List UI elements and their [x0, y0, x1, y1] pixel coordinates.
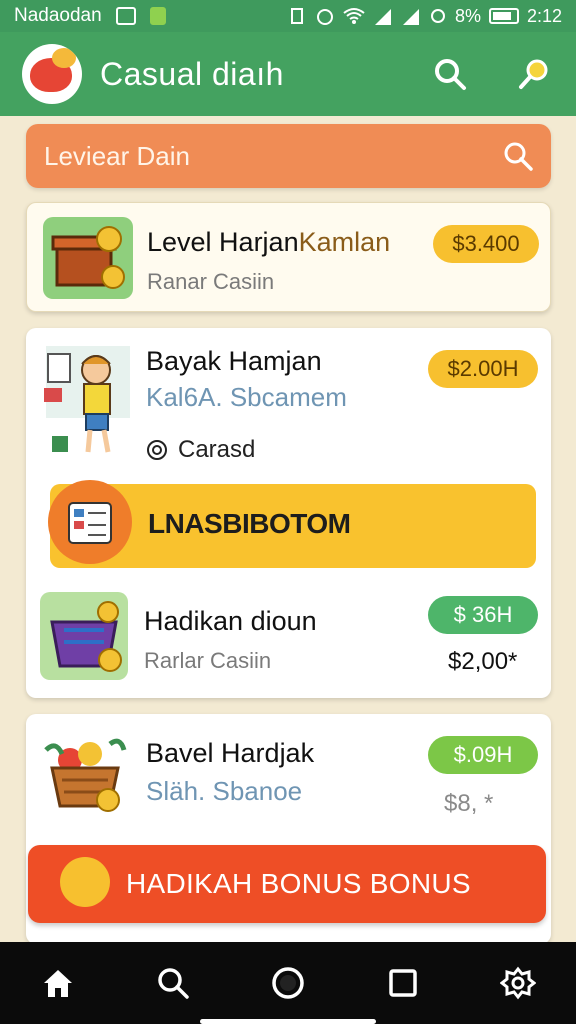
price-badge[interactable]: $ 36H [428, 596, 538, 634]
appbar-search-button[interactable] [430, 54, 470, 94]
app-logo [22, 44, 82, 104]
nav-camera[interactable] [264, 959, 312, 1007]
banner-icon [48, 480, 132, 564]
app-bar: Casual diaıh [0, 32, 576, 116]
item-thumbnail [40, 592, 128, 680]
app-title: Casual diaıh [100, 55, 284, 92]
notification-photo-icon [115, 7, 136, 25]
item-thumbnail [40, 730, 130, 814]
at-icon [147, 440, 167, 460]
item-title-main: Level Harjan [147, 227, 299, 257]
price-badge[interactable]: $3.400 [433, 225, 539, 263]
list-item[interactable]: Level HarjanKamlan Ranar Casiin $3.400 [26, 202, 551, 312]
nav-recents[interactable] [379, 959, 427, 1007]
document-icon [68, 502, 112, 544]
nav-home[interactable] [34, 959, 82, 1007]
bottom-nav [0, 942, 576, 1024]
signal-2-icon [402, 9, 419, 25]
fruit-basket-icon [44, 738, 127, 812]
bonus-button-label: HADIKAH BONUS BONUS [126, 868, 471, 899]
search-icon[interactable] [503, 141, 533, 171]
search-icon [158, 968, 189, 999]
item-subtitle: Rarlar Casiin [144, 648, 272, 673]
sync-icon [430, 9, 445, 23]
item-thumbnail [40, 340, 132, 462]
item-title: Hadikan dioun [144, 606, 317, 636]
chat-bubble-icon [60, 857, 110, 907]
item-subtitle: Ranar Casiin [147, 269, 275, 294]
price-badge[interactable]: $.09H [428, 736, 538, 774]
nav-search[interactable] [149, 959, 197, 1007]
square-icon [389, 969, 417, 997]
battery-percent: 8% [454, 5, 481, 26]
item-title-extra: Kamlan [298, 227, 391, 257]
settings-icon [500, 966, 537, 1000]
bonus-button[interactable]: HADIKAH BONUS BONUS [28, 845, 546, 923]
boy-with-papers-icon [44, 346, 130, 453]
pin-search-icon [519, 59, 548, 89]
item-title: Level HarjanKamlan [147, 227, 390, 258]
price-badge[interactable]: $2.00H [428, 350, 538, 388]
nav-settings[interactable] [494, 959, 542, 1007]
vibrate-icon [290, 8, 303, 24]
item-amount: $8, * [444, 790, 494, 817]
item-thumbnail [43, 217, 133, 299]
signal-icon [374, 9, 391, 25]
carrier-label: Nadaodan [14, 5, 102, 26]
notification-app-icon [149, 7, 166, 25]
search-placeholder: Leviear Dain [44, 140, 190, 171]
appbar-tag-button[interactable] [514, 54, 554, 94]
search-icon [435, 59, 466, 90]
status-bar: Nadaodan 8% 2:12 [0, 0, 576, 32]
item-subtitle: Släh. Sbanoe [146, 776, 303, 806]
item-title: Bavel Hardjak [146, 738, 315, 768]
clock: 2:12 [526, 5, 562, 26]
home-icon [43, 970, 72, 997]
search-bar[interactable]: Leviear Dain [26, 124, 551, 188]
item-category: Carasd [146, 436, 255, 464]
battery-icon [488, 8, 519, 24]
camera-icon [272, 967, 304, 999]
list-card: Bayak Hamjan Kal6A. Sbcamem Carasd $2.00… [26, 328, 551, 698]
promo-banner[interactable]: LNASBIBOTOM [48, 480, 536, 568]
item-amount: $2,00* [448, 648, 518, 675]
home-indicator [200, 1019, 376, 1024]
item-title: Bayak Hamjan [146, 346, 322, 376]
promo-banner-label: LNASBIBOTOM [148, 508, 351, 539]
wifi-icon [343, 8, 365, 24]
item-subtitle: Kal6A. Sbcamem [146, 382, 347, 412]
basket-coin-icon [50, 601, 122, 672]
treasure-basket-icon [51, 226, 125, 289]
alarm-icon [316, 9, 333, 25]
item-category-label: Carasd [178, 436, 256, 463]
